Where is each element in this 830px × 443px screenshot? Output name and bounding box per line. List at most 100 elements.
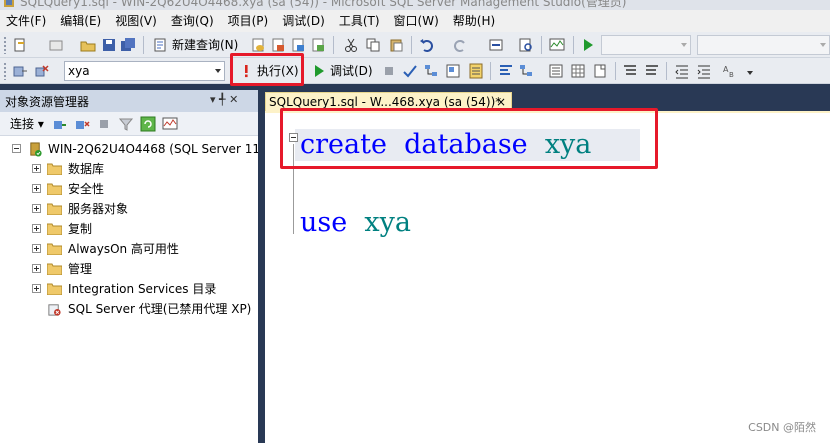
activity-monitor-icon[interactable] [162, 116, 178, 132]
database-value: xya [68, 64, 90, 78]
database-engine-query-icon[interactable] [250, 37, 266, 53]
keyword-create: create [300, 129, 387, 160]
toolbar-grip[interactable] [3, 62, 7, 80]
cut-icon[interactable] [343, 37, 359, 53]
activity-monitor-icon[interactable] [549, 37, 565, 53]
connect-dropdown[interactable]: 连接 ▾ [10, 116, 44, 132]
connect-object-explorer-icon[interactable] [52, 116, 68, 132]
expand-toggle[interactable] [32, 224, 41, 233]
open-file-icon[interactable] [80, 37, 96, 53]
uncomment-icon[interactable] [644, 63, 660, 79]
connect-icon[interactable] [12, 63, 28, 79]
new-query-icon[interactable] [152, 37, 168, 53]
new-project-icon[interactable] [12, 37, 28, 53]
menu-project[interactable]: 项目(P) [228, 10, 275, 32]
change-connection-icon[interactable] [34, 63, 50, 79]
toolbar-grip[interactable] [3, 36, 7, 54]
toolbar-options-icon[interactable] [742, 63, 758, 79]
debug-icon[interactable] [311, 63, 327, 79]
folder-icon [47, 203, 62, 215]
folder-icon [47, 223, 62, 235]
ssms-app-icon [4, 0, 14, 7]
paste-icon[interactable] [388, 37, 404, 53]
collapse-toggle[interactable] [12, 144, 21, 153]
object-explorer-toolbar: 连接 ▾ [0, 112, 258, 136]
save-all-icon[interactable] [120, 37, 136, 53]
panel-window-controls[interactable]: ▾ ╃ ✕ [210, 93, 238, 106]
keyword-database: database [404, 129, 528, 160]
results-to-text-icon[interactable] [548, 63, 564, 79]
tab-sqlquery1[interactable]: SQLQuery1.sql - W...468.xya (sa (54))* × [265, 92, 512, 112]
decrease-indent-icon[interactable] [674, 63, 690, 79]
find-in-files-icon[interactable] [518, 37, 534, 53]
new-query-button[interactable]: 新建查询(N) [172, 37, 238, 53]
undo-icon[interactable] [419, 37, 435, 53]
analysis-mdx-query-icon[interactable] [270, 37, 286, 53]
menu-file[interactable]: 文件(F) [6, 10, 52, 32]
tree-label: 复制 [68, 222, 93, 236]
start-debug-icon[interactable] [580, 37, 596, 53]
menu-edit[interactable]: 编辑(E) [60, 10, 107, 32]
navigate-icon[interactable] [488, 37, 504, 53]
menu-view[interactable]: 视图(V) [115, 10, 163, 32]
comment-out-icon[interactable] [622, 63, 638, 79]
watermark: CSDN @陌然 [748, 421, 816, 434]
folder-icon [47, 263, 62, 275]
close-tab-icon[interactable]: × [496, 93, 506, 111]
save-icon[interactable] [101, 37, 117, 53]
solution-configurations-dropdown[interactable] [601, 35, 691, 55]
menu-help[interactable]: 帮助(H) [453, 10, 501, 32]
parse-icon[interactable] [402, 63, 418, 79]
add-item-icon[interactable] [48, 37, 64, 53]
expand-toggle[interactable] [32, 204, 41, 213]
xmla-query-icon[interactable] [310, 37, 326, 53]
expand-toggle[interactable] [32, 284, 41, 293]
display-estimated-plan-icon[interactable] [423, 63, 439, 79]
debug-button[interactable]: 调试(D) [330, 63, 373, 79]
identifier-xya: xya [364, 207, 411, 238]
tree-label: 数据库 [68, 162, 105, 176]
menu-debug[interactable]: 调试(D) [282, 10, 331, 32]
copy-icon[interactable] [365, 37, 381, 53]
collapse-region-icon[interactable] [289, 133, 298, 142]
expand-toggle[interactable] [32, 264, 41, 273]
sql-agent-icon [48, 304, 61, 316]
filter-icon[interactable] [118, 116, 134, 132]
document-area: SQLQuery1.sql - W...468.xya (sa (54))* ×… [265, 90, 830, 443]
execute-button[interactable]: 执行(X) [257, 63, 299, 79]
analysis-dmx-query-icon[interactable] [290, 37, 306, 53]
menu-window[interactable]: 窗口(W) [394, 10, 445, 32]
find-combo[interactable] [697, 35, 830, 55]
folder-icon [47, 243, 62, 255]
menu-query[interactable]: 查询(Q) [171, 10, 220, 32]
expand-toggle[interactable] [32, 164, 41, 173]
specify-values-icon[interactable]: AB [722, 63, 738, 79]
intellisense-icon[interactable] [498, 63, 514, 79]
folder-icon [47, 283, 62, 295]
specify-template-values-icon[interactable] [468, 63, 484, 79]
execute-icon[interactable] [238, 63, 254, 79]
query-designer-icon[interactable] [445, 63, 461, 79]
redo-icon[interactable] [452, 37, 468, 53]
include-actual-plan-icon[interactable] [518, 63, 534, 79]
available-databases-dropdown[interactable]: xya [64, 61, 225, 81]
cancel-query-icon[interactable] [381, 63, 397, 79]
results-to-grid-icon[interactable] [570, 63, 586, 79]
panel-splitter[interactable] [258, 90, 265, 443]
sql-editor[interactable]: create database xya use xya CSDN @陌然 [265, 111, 830, 443]
expand-toggle[interactable] [32, 244, 41, 253]
object-explorer-header: 对象资源管理器 ▾ ╃ ✕ [0, 90, 258, 112]
object-explorer-title: 对象资源管理器 [5, 95, 90, 109]
folder-icon [47, 163, 62, 175]
increase-indent-icon[interactable] [696, 63, 712, 79]
results-to-file-icon[interactable] [592, 63, 608, 79]
folder-icon [47, 183, 62, 195]
menu-tools[interactable]: 工具(T) [339, 10, 386, 32]
stop-icon[interactable] [96, 116, 112, 132]
disconnect-icon[interactable] [74, 116, 90, 132]
menu-bar: 文件(F) 编辑(E) 视图(V) 查询(Q) 项目(P) 调试(D) 工具(T… [0, 10, 830, 32]
expand-toggle[interactable] [32, 184, 41, 193]
tree-label: AlwaysOn 高可用性 [68, 242, 179, 256]
refresh-icon[interactable] [140, 116, 156, 132]
keyword-use: use [300, 207, 348, 238]
